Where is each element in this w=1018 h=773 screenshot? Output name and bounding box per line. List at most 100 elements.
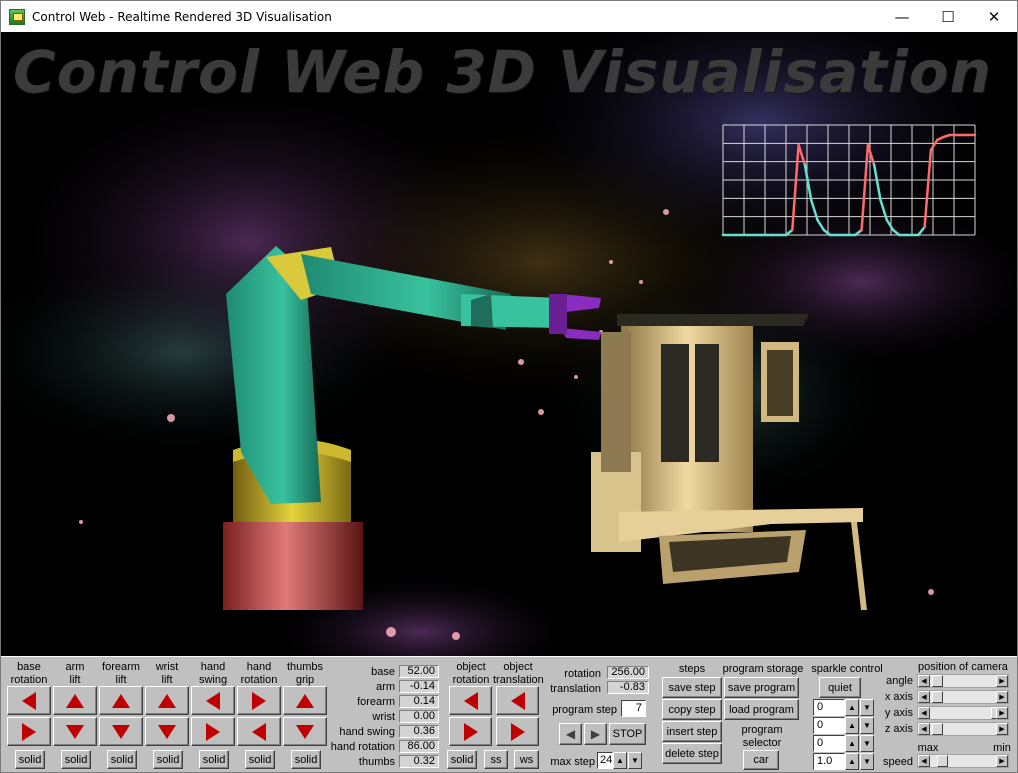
object-translation-left-button[interactable] (496, 686, 539, 715)
joint-1-top-button[interactable] (53, 686, 97, 715)
sparkle-up-button[interactable]: ▲ (845, 735, 859, 752)
save-program-button[interactable]: save program (724, 677, 799, 698)
arrow-up-icon (158, 693, 176, 708)
object-translation-label-line1: object (503, 661, 533, 673)
camera-axis-slider[interactable]: ◀ ▶ (917, 722, 1009, 736)
joint-1-bottom-button[interactable] (53, 717, 97, 746)
readout-label: hand swing (339, 726, 395, 738)
program-selector-line2: selector (742, 737, 782, 749)
joint-4-bottom-button[interactable] (191, 717, 235, 746)
scroll-left-icon[interactable]: ◀ (918, 755, 930, 767)
program-selector-car-button[interactable]: car (743, 750, 779, 770)
minimize-button[interactable]: — (879, 1, 925, 32)
sparkle-field[interactable]: 0 (813, 699, 845, 716)
sparkle-up-button[interactable]: ▲ (845, 753, 859, 770)
scroll-left-icon[interactable]: ◀ (918, 723, 930, 735)
joint-solid-button[interactable]: solid (107, 750, 137, 769)
sparkle-down-button[interactable]: ▼ (860, 753, 874, 770)
camera-axis-slider[interactable]: ◀ ▶ (917, 674, 1009, 688)
sparkle-down-button[interactable]: ▼ (860, 735, 874, 752)
scroll-left-icon[interactable]: ◀ (918, 707, 930, 719)
joint-3-top-button[interactable] (145, 686, 189, 715)
sparkle-down-button[interactable]: ▼ (860, 699, 874, 716)
joint-5-bottom-button[interactable] (237, 717, 281, 746)
object-rotation-label-line1: object (456, 661, 486, 673)
sparkle-up-button[interactable]: ▲ (845, 717, 859, 734)
sparkle-field[interactable]: 0 (813, 717, 845, 734)
joint-5-top-button[interactable] (237, 686, 281, 715)
camera-slider-thumb[interactable] (931, 723, 943, 735)
object-rotation-label: object rotation (451, 661, 491, 687)
joint-3-bottom-button[interactable] (145, 717, 189, 746)
arrow-up-icon (112, 693, 130, 708)
load-program-button[interactable]: load program (724, 699, 799, 720)
object-solid-button[interactable]: solid (447, 750, 477, 769)
scroll-right-icon[interactable]: ▶ (996, 707, 1008, 719)
camera-slider-thumb[interactable] (931, 691, 943, 703)
joint-0-top-button[interactable] (7, 686, 51, 715)
scene-heading: Control Web 3D Visualisation (13, 38, 992, 106)
close-button[interactable]: ✕ (971, 1, 1017, 32)
readout-label: thumbs (358, 756, 395, 768)
scroll-right-icon[interactable]: ▶ (996, 755, 1008, 767)
chart-series-segment (872, 163, 882, 202)
object-translation-right-button[interactable] (496, 717, 539, 746)
max-step-down-button[interactable]: ▼ (628, 752, 642, 769)
object-ss-button[interactable]: ss (484, 750, 508, 769)
scroll-left-icon[interactable]: ◀ (918, 675, 930, 687)
joint-solid-button[interactable]: solid (61, 750, 91, 769)
camera-axis-slider[interactable]: ◀ ▶ (917, 690, 1009, 704)
joint-4-top-button[interactable] (191, 686, 235, 715)
chart-series-segment (860, 143, 870, 232)
speed-slider[interactable]: ◀ ▶ (917, 754, 1009, 768)
readout-value: 0.36 (399, 725, 439, 738)
save-step-button[interactable]: save step (662, 677, 722, 698)
scroll-right-icon[interactable]: ▶ (996, 675, 1008, 687)
max-step-up-button[interactable]: ▲ (613, 752, 627, 769)
step-back-button[interactable]: ◀ (559, 723, 582, 745)
3d-viewport[interactable]: Control Web 3D Visualisation (1, 32, 1017, 656)
camera-slider-thumb[interactable] (931, 675, 943, 687)
object-rotation-right-button[interactable] (449, 717, 492, 746)
joint-label-line1: wrist (155, 661, 179, 673)
max-step-field[interactable]: 24 (597, 752, 613, 769)
stop-button[interactable]: STOP (609, 723, 646, 745)
camera-position-title: position of camera (918, 661, 1008, 673)
program-step-field[interactable]: 7 (621, 700, 646, 717)
scroll-left-icon[interactable]: ◀ (918, 691, 930, 703)
object-rotation-left-button[interactable] (449, 686, 492, 715)
sparkle-field[interactable]: 0 (813, 735, 845, 752)
joint-solid-button[interactable]: solid (245, 750, 275, 769)
sparkle-up-button[interactable]: ▲ (845, 699, 859, 716)
chart-series-segment (885, 218, 895, 232)
scroll-right-icon[interactable]: ▶ (996, 723, 1008, 735)
joint-2-top-button[interactable] (99, 686, 143, 715)
joint-label-line1: hand (246, 661, 272, 673)
joint-6-bottom-button[interactable] (283, 717, 327, 746)
joint-2-bottom-button[interactable] (99, 717, 143, 746)
scroll-right-icon[interactable]: ▶ (996, 691, 1008, 703)
delete-step-button[interactable]: delete step (662, 743, 722, 764)
camera-axis-slider[interactable]: ◀ ▶ (917, 706, 1009, 720)
joint-6-top-button[interactable] (283, 686, 327, 715)
sparkle-down-button[interactable]: ▼ (860, 717, 874, 734)
joint-0-bottom-button[interactable] (7, 717, 51, 746)
camera-axis-label: y axis (884, 707, 913, 719)
object-ws-button[interactable]: ws (514, 750, 539, 769)
speed-slider-thumb[interactable] (936, 755, 948, 767)
copy-step-button[interactable]: copy step (662, 699, 722, 720)
insert-step-button[interactable]: insert step (662, 721, 722, 742)
joint-solid-button[interactable]: solid (15, 750, 45, 769)
arrow-left-icon (252, 722, 266, 741)
chart-series-segment (917, 225, 926, 237)
arrow-up-icon (296, 693, 314, 708)
step-forward-button[interactable]: ▶ (584, 723, 607, 745)
max-step-label: max step (550, 756, 595, 768)
quiet-button[interactable]: quiet (819, 677, 861, 698)
joint-solid-button[interactable]: solid (291, 750, 321, 769)
sparkle-field[interactable]: 1.0 (813, 753, 845, 770)
joint-solid-button[interactable]: solid (199, 750, 229, 769)
maximize-button[interactable]: ☐ (925, 1, 971, 32)
arrow-down-icon (112, 724, 130, 739)
joint-solid-button[interactable]: solid (153, 750, 183, 769)
